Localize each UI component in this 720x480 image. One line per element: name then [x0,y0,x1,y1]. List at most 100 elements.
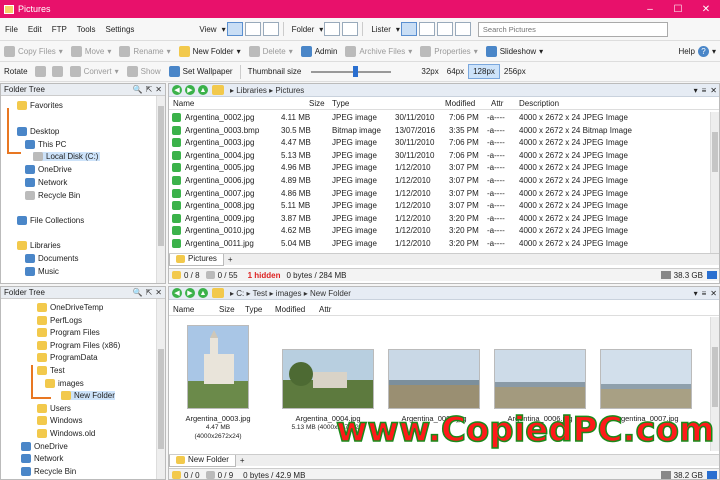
address-bar-bottom[interactable]: ◀ ▶ ▲ ▸ C: ▸ Test ▸ images ▸ New Folder … [169,287,719,300]
menu-settings[interactable]: Settings [100,25,139,34]
layout-dual-horizontal-icon[interactable] [436,22,453,36]
close-icon[interactable]: ✕ [155,85,162,94]
maximize-button[interactable]: ☐ [664,0,692,18]
tree-item-this-pc[interactable]: This PC [25,140,66,149]
rename-button[interactable]: Rename ▾ [115,42,174,60]
table-row[interactable]: Argentina_0006.jpg 4.89 MB JPEG image 1/12/… [169,175,709,187]
tree-scrollbar[interactable] [156,96,165,283]
view-dropdown[interactable]: View [194,25,221,34]
minimize-button[interactable]: – [636,0,664,18]
up-icon[interactable]: ▲ [198,288,208,298]
tree-item[interactable]: Program Files (x86) [37,340,120,350]
col-attr[interactable]: Attr [319,304,331,316]
tree-item[interactable]: Users [37,403,71,413]
tree-item-favorites[interactable]: Favorites [17,101,63,110]
tree-item-libraries[interactable]: Libraries [17,241,61,250]
new-folder-button[interactable]: New Folder ▾ [175,42,245,60]
archive-files-button[interactable]: Archive Files ▾ [341,42,416,60]
lister-dropdown[interactable]: Lister [366,25,396,34]
table-row[interactable]: Argentina_0003.jpg 4.47 MB JPEG image 30/11… [169,137,709,149]
col-name[interactable]: Name [173,98,194,110]
table-row[interactable]: Argentina_0007.jpg 4.86 MB JPEG image 1/12/… [169,188,709,200]
folder-dropdown[interactable]: Folder [287,25,320,34]
menu-tools[interactable]: Tools [72,25,101,34]
move-button[interactable]: Move ▾ [67,42,116,60]
scroll-thumb[interactable] [712,347,718,407]
table-row[interactable]: Argentina_0003.bmp 30.5 MB Bitmap image 13/… [169,125,709,137]
breadcrumb[interactable]: ▸ Libraries ▸ Pictures [230,86,304,95]
scroll-thumb[interactable] [158,349,164,449]
folder-icon[interactable] [212,288,224,298]
chevron-down-icon[interactable]: ▾ [694,289,698,298]
copy-files-button[interactable]: Copy Files ▾ [0,42,67,60]
layout-dual-vertical-icon[interactable] [418,22,435,36]
layout-preview-icon[interactable] [454,22,471,36]
rotate-left-icon[interactable] [34,66,46,77]
add-tab-icon[interactable]: + [228,255,233,264]
back-icon[interactable]: ◀ [172,288,182,298]
address-bar-top[interactable]: ◀ ▶ ▲ ▸ Libraries ▸ Pictures ▾ ≡ ✕ [169,84,719,97]
slider-knob[interactable] [353,65,359,77]
convert-button[interactable]: Convert ▾ [66,63,123,81]
chevron-down-icon[interactable]: ▾ [694,86,698,95]
forward-icon[interactable]: ▶ [185,85,195,95]
thumbnail-size-slider[interactable] [311,65,392,77]
tree-item[interactable]: Windows [37,416,82,426]
close-pane-icon[interactable]: ✕ [710,86,717,95]
hidden-count[interactable]: 1 hidden [248,271,281,280]
list-view-icon[interactable] [244,22,261,36]
close-pane-icon[interactable]: ✕ [710,289,717,298]
close-icon[interactable]: ✕ [155,288,162,297]
col-description[interactable]: Description [519,98,559,110]
properties-button[interactable]: Properties ▾ [416,42,481,60]
tree-item-recycle-bin[interactable]: Recycle Bin [25,191,80,200]
tree-item[interactable]: Network [21,454,63,464]
tree-item[interactable]: Program Files [37,328,100,338]
delete-button[interactable]: Delete ▾ [245,42,297,60]
tree-item-onedrive[interactable]: OneDrive [25,165,72,174]
breadcrumb[interactable]: ▸ C: ▸ Test ▸ images ▸ New Folder [230,289,351,298]
folder-icon[interactable] [212,85,224,95]
table-row[interactable]: Argentina_0004.jpg 5.13 MB JPEG image 30/11… [169,150,709,162]
rotate-right-icon[interactable] [51,66,63,77]
tree-item-desktop[interactable]: Desktop [17,127,59,136]
details-view-icon[interactable] [226,22,243,36]
search-icon[interactable]: 🔍 [133,288,143,297]
col-name[interactable]: Name [173,304,194,316]
tree-item-music[interactable]: Music [25,267,59,276]
tree-item-documents[interactable]: Documents [25,254,78,263]
size-128-button[interactable]: 128px [468,64,500,79]
tab-new-folder[interactable]: New Folder [169,454,236,467]
up-icon[interactable]: ▲ [198,85,208,95]
tree-scrollbar[interactable] [156,299,165,479]
col-size[interactable]: Size [309,98,325,110]
pin-icon[interactable]: ⇱ [146,288,153,297]
col-type[interactable]: Type [245,304,262,316]
tree-item[interactable]: New Folder [61,391,115,401]
table-row[interactable]: Argentina_0008.jpg 5.11 MB JPEG image 1/12/… [169,200,709,212]
tree-item[interactable]: OneDriveTemp [37,303,103,312]
col-type[interactable]: Type [332,98,349,110]
rotate-button[interactable]: Rotate [0,63,32,81]
forward-icon[interactable]: ▶ [185,288,195,298]
thumbnails-view-icon[interactable] [262,22,279,36]
scroll-thumb[interactable] [158,106,164,246]
size-64-button[interactable]: 64px [443,65,468,78]
menu-ftp[interactable]: FTP [47,25,72,34]
dual-pane-icon[interactable] [342,22,359,36]
tree-item[interactable]: OneDrive [21,441,68,451]
thumbnail-card[interactable]: Argentina_0003.jpg 4.47 MB (4000x2672x24… [183,325,253,441]
tree-item[interactable]: Recycle Bin [21,466,76,476]
tree-item-file-collections[interactable]: File Collections [17,216,84,225]
tree-item[interactable]: ProgramData [37,353,98,363]
file-scrollbar-top[interactable] [710,112,719,253]
search-input[interactable] [477,21,668,37]
menu-edit[interactable]: Edit [23,25,47,34]
set-wallpaper-button[interactable]: Set Wallpaper [165,63,237,81]
tab-pictures[interactable]: Pictures [169,253,224,266]
table-row[interactable]: Argentina_0002.jpg 4.11 MB JPEG image 30/11… [169,112,709,124]
help-button[interactable]: Help? ▾ [675,42,720,60]
layout-single-icon[interactable] [400,22,417,36]
col-modified[interactable]: Modified [445,98,475,110]
tree-item-network[interactable]: Network [25,178,67,187]
